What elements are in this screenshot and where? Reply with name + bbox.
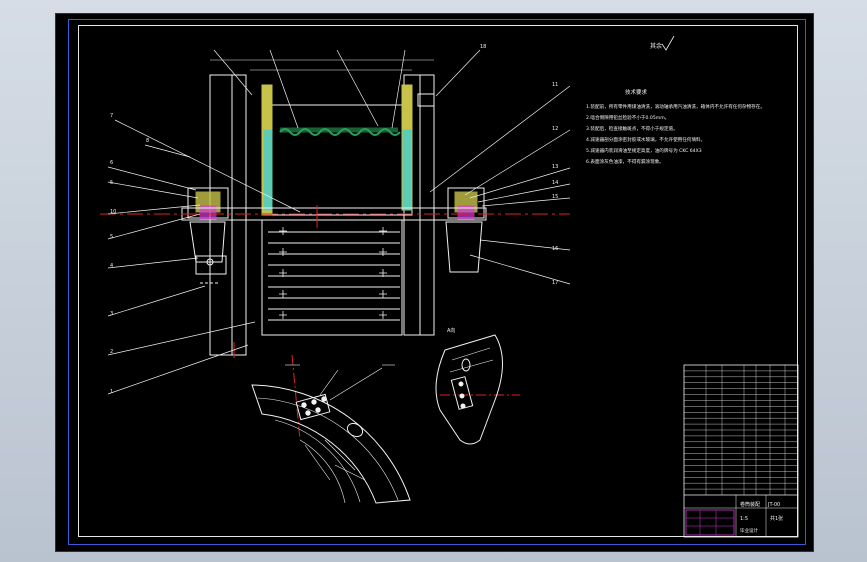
sheet-count: 共1张	[770, 515, 783, 522]
drum-body	[261, 104, 413, 216]
callout-10: 10	[110, 209, 116, 215]
web-left	[263, 129, 273, 211]
title-block: 卷筒装配 JT-00 1:5 毕业设计 共1张	[683, 364, 799, 538]
callout-15: 15	[552, 194, 558, 200]
surface-roughness-symbol: 其余	[650, 35, 675, 51]
leader-lines-right	[429, 85, 571, 285]
note-5: 5.减速器内装润滑油至规定高度，油的牌号为 CKC 64X3	[586, 147, 702, 154]
callout-6: 6	[110, 160, 113, 166]
callout-5a: 5	[110, 180, 113, 186]
callout-8: 8	[146, 138, 149, 144]
callout-2: 2	[110, 349, 113, 355]
callout-12: 12	[552, 126, 558, 132]
note-1: 1.装配前，所有零件用煤油清洗，滚动轴承用汽油清洗，箱体内不允许有任何杂物存在。	[586, 103, 765, 110]
rope-winding	[279, 127, 401, 136]
note-2: 2.啮合侧隙用铅丝检验不小于0.05mm。	[586, 114, 669, 121]
leader-lines-left	[107, 49, 481, 395]
drawing-scale: 1:5	[740, 516, 748, 522]
note-6: 6.表面涂灰色油漆，不得有漏涂现象。	[586, 158, 664, 165]
callout-17: 17	[552, 280, 558, 286]
groove-markers	[279, 227, 387, 319]
callout-11: 11	[552, 82, 558, 88]
note-4: 4.减速器剖分面涂密封胶或水玻璃，不允许使用任何填料。	[586, 136, 705, 143]
flange-arc-view	[251, 364, 411, 504]
svg-text:A向: A向	[447, 327, 455, 334]
cad-drawing-canvas: 7 8 6 5 10 5 4 3 2 1 11 12 13 14 15 16 1…	[100, 35, 799, 538]
callout-16: 16	[552, 246, 558, 252]
drawing-number: JT-00	[767, 502, 780, 508]
web-right	[402, 129, 412, 211]
drawing-name: 卷筒装配	[740, 501, 760, 508]
callouts-left: 7 8 6 5 10 5 4 3 2 1	[110, 113, 149, 395]
callout-1: 1	[110, 389, 113, 395]
winch-drum-section-view	[181, 59, 487, 356]
company-name: 毕业设计	[740, 527, 758, 534]
technical-notes: 技术要求 1.装配前，所有零件用煤油清洗，滚动轴承用汽油清洗，箱体内不允许有任何…	[586, 88, 765, 165]
callout-4: 4	[110, 263, 113, 269]
callout-14: 14	[552, 180, 558, 186]
notes-title: 技术要求	[625, 88, 648, 96]
svg-text:其余: 其余	[650, 42, 662, 50]
callouts-right: 11 12 13 14 15 16 17 18	[480, 44, 558, 286]
approval-box	[685, 509, 735, 536]
callout-7: 7	[110, 113, 113, 119]
callout-13: 13	[552, 164, 558, 170]
note-3: 3.装配后，检查接触斑点，不得小于规定值。	[586, 125, 678, 132]
callout-3: 3	[110, 311, 113, 317]
callout-18: 18	[480, 44, 486, 50]
detail-view-a: A向	[435, 327, 503, 445]
callout-5b: 5	[110, 234, 113, 240]
right-support-bracket	[445, 221, 483, 273]
